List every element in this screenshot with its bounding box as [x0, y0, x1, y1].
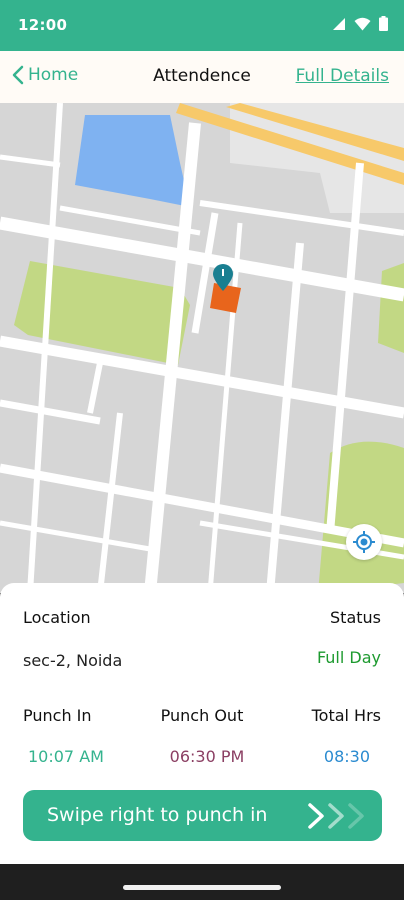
my-location-icon — [353, 531, 375, 553]
map-view[interactable] — [0, 103, 404, 593]
home-indicator[interactable] — [123, 885, 281, 890]
locate-me-button[interactable] — [346, 524, 382, 560]
triple-chevron-right-icon — [306, 802, 370, 830]
attendance-card: Location Status sec-2, Noida Full Day Pu… — [0, 583, 404, 864]
system-nav-bar — [0, 864, 404, 900]
total-hrs-value: 08:30 — [323, 747, 370, 766]
app-header: Home Attendence Full Details — [0, 51, 404, 103]
map-graphic — [0, 103, 404, 593]
swipe-label: Swipe right to punch in — [47, 804, 268, 826]
swipe-to-punch-in-button[interactable]: Swipe right to punch in — [23, 790, 382, 841]
location-value: sec-2, Noida — [23, 651, 123, 670]
location-label: Location — [23, 608, 91, 627]
status-bar: 12:00 — [0, 0, 404, 51]
status-icons — [332, 16, 388, 31]
total-hrs-label: Total Hrs — [311, 706, 381, 725]
wifi-icon — [354, 17, 371, 30]
signal-icon — [333, 17, 345, 30]
status-label: Status — [330, 608, 381, 627]
battery-icon — [379, 16, 388, 31]
status-time: 12:00 — [18, 16, 68, 34]
full-details-link[interactable]: Full Details — [296, 66, 389, 86]
status-value: Full Day — [316, 648, 381, 667]
